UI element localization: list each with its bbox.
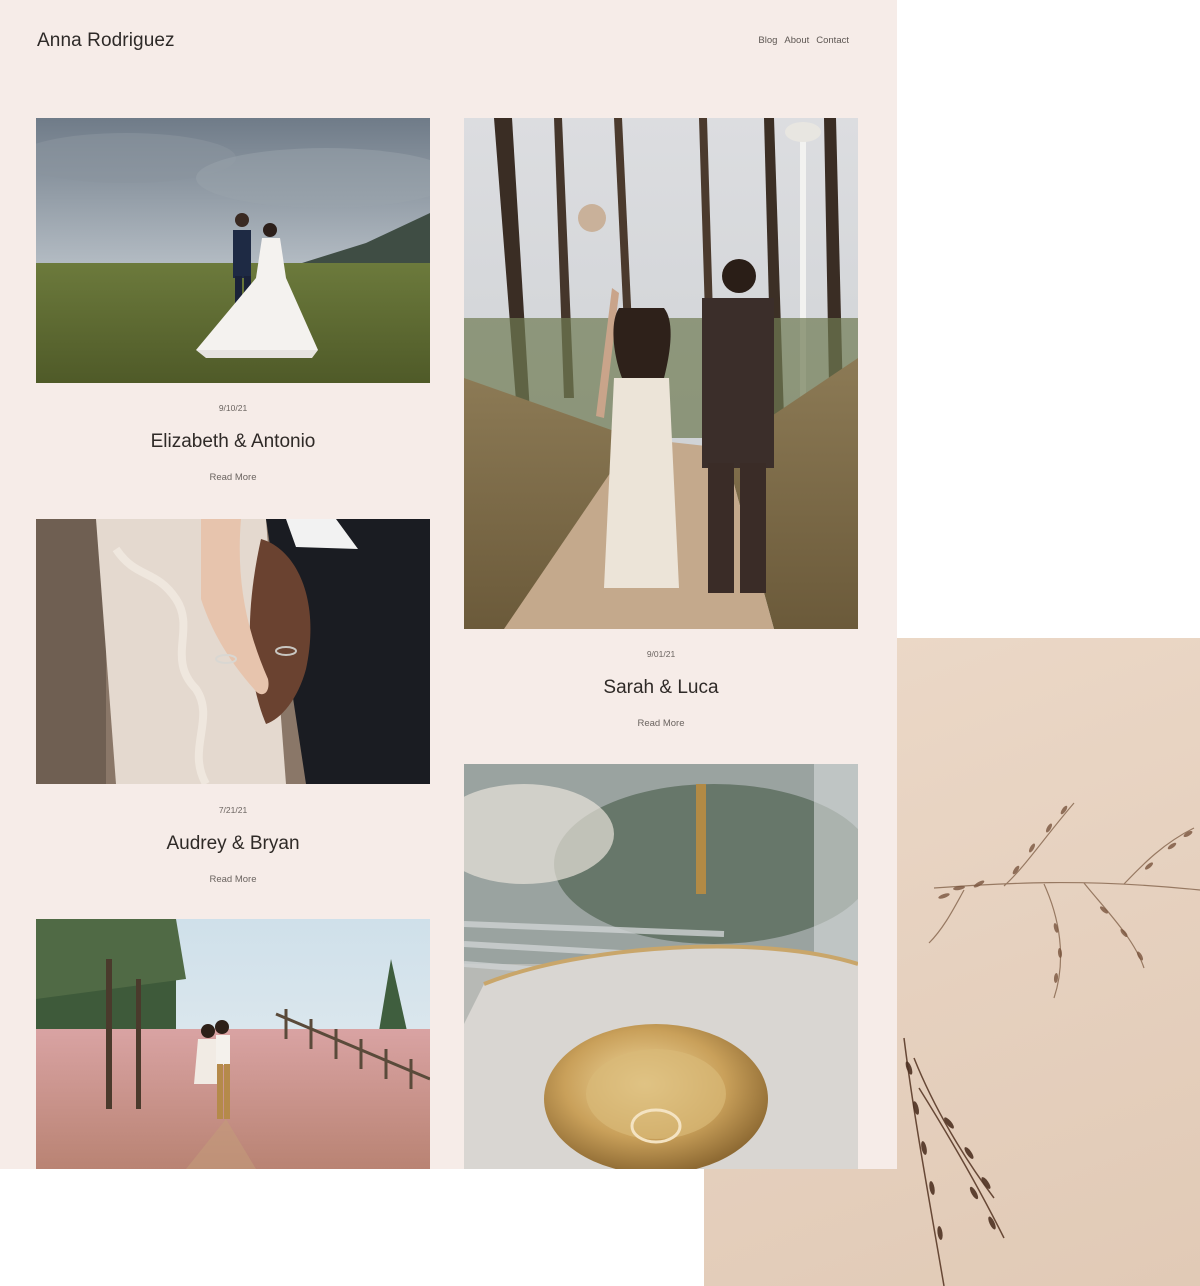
post-image-bouquet-couple[interactable] bbox=[464, 118, 858, 629]
post-title[interactable]: Elizabeth & Antonio bbox=[36, 431, 430, 453]
post-image-holding-hands[interactable] bbox=[36, 519, 430, 784]
read-more-link[interactable]: Read More bbox=[36, 874, 430, 885]
mockup-stage: Anna Rodriguez Blog About Contact 9/10/2… bbox=[0, 0, 1200, 1286]
nav-about[interactable]: About bbox=[784, 35, 809, 46]
post-date: 9/01/21 bbox=[646, 649, 676, 659]
nav-contact[interactable]: Contact bbox=[816, 35, 849, 46]
blog-page: Anna Rodriguez Blog About Contact 9/10/2… bbox=[0, 0, 897, 1169]
post-date: 7/21/21 bbox=[218, 805, 248, 815]
post-date: 9/10/21 bbox=[218, 403, 248, 413]
main-nav: Blog About Contact bbox=[758, 35, 849, 46]
post-image-gold-ring-dish[interactable] bbox=[464, 764, 858, 1169]
read-more-link[interactable]: Read More bbox=[464, 718, 858, 729]
read-more-link[interactable]: Read More bbox=[36, 472, 430, 483]
post-title[interactable]: Audrey & Bryan bbox=[36, 833, 430, 855]
post-image-field-couple[interactable] bbox=[36, 118, 430, 383]
nav-blog[interactable]: Blog bbox=[758, 35, 777, 46]
site-brand[interactable]: Anna Rodriguez bbox=[37, 30, 175, 52]
post-image-pink-field-couple[interactable] bbox=[36, 919, 430, 1169]
post-title[interactable]: Sarah & Luca bbox=[464, 677, 858, 699]
